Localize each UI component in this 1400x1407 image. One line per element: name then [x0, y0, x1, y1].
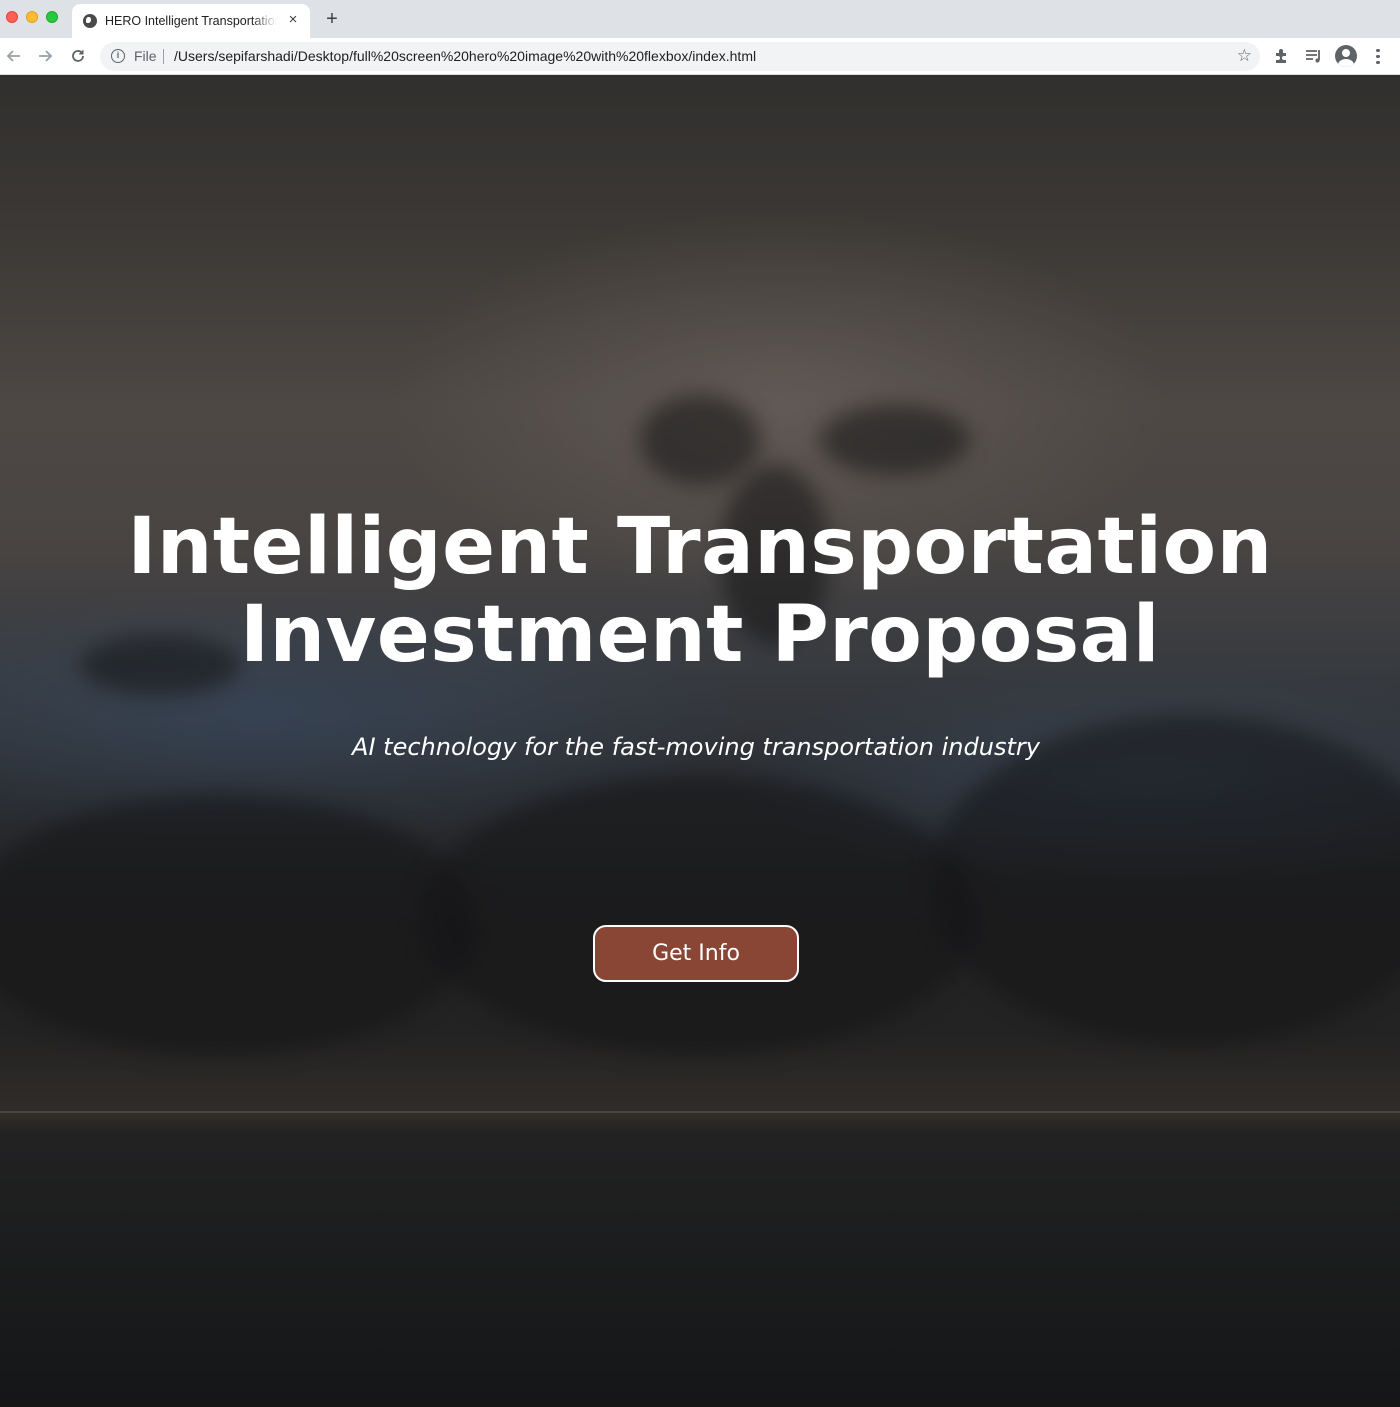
kebab-menu-icon[interactable] [1372, 46, 1384, 66]
info-icon[interactable]: i [111, 49, 125, 63]
hero-title: Intelligent Transportation Investment Pr… [0, 503, 1400, 679]
omnibox-divider [163, 49, 164, 64]
maximize-window-button[interactable] [46, 11, 58, 23]
minimize-window-button[interactable] [26, 11, 38, 23]
forward-arrow-icon[interactable] [35, 46, 55, 66]
extensions-puzzle-icon[interactable] [1272, 46, 1292, 66]
profile-icon[interactable] [1335, 45, 1357, 67]
hero-title-line-2: Investment Proposal [239, 590, 1161, 680]
media-control-icon[interactable] [1304, 46, 1324, 66]
get-info-button[interactable]: Get Info [593, 925, 799, 982]
reload-icon[interactable] [68, 46, 88, 66]
bookmark-star-icon[interactable]: ☆ [1237, 46, 1252, 66]
address-bar[interactable]: i File /Users/sepifarshadi/Desktop/full%… [100, 42, 1260, 71]
globe-icon [83, 14, 97, 28]
tab-title: HERO Intelligent Transportation Investme… [105, 14, 277, 28]
new-tab-button[interactable]: + [322, 9, 342, 29]
browser-toolbar: i File /Users/sepifarshadi/Desktop/full%… [0, 38, 1400, 75]
back-arrow-icon[interactable] [4, 46, 24, 66]
close-window-button[interactable] [6, 11, 18, 23]
horizon-line [0, 1111, 1400, 1113]
browser-tab-strip: HERO Intelligent Transportation Investme… [0, 0, 1400, 38]
url-text[interactable]: /Users/sepifarshadi/Desktop/full%20scree… [174, 48, 756, 64]
hero-subtitle: AI technology for the fast-moving transp… [352, 733, 1040, 761]
tab-close-icon[interactable]: × [285, 12, 301, 28]
browser-tab[interactable]: HERO Intelligent Transportation Investme… [72, 4, 310, 38]
scheme-label: File [134, 48, 157, 64]
hero-section: Intelligent Transportation Investment Pr… [0, 75, 1400, 1407]
hero-title-line-1: Intelligent Transportation [127, 502, 1273, 592]
